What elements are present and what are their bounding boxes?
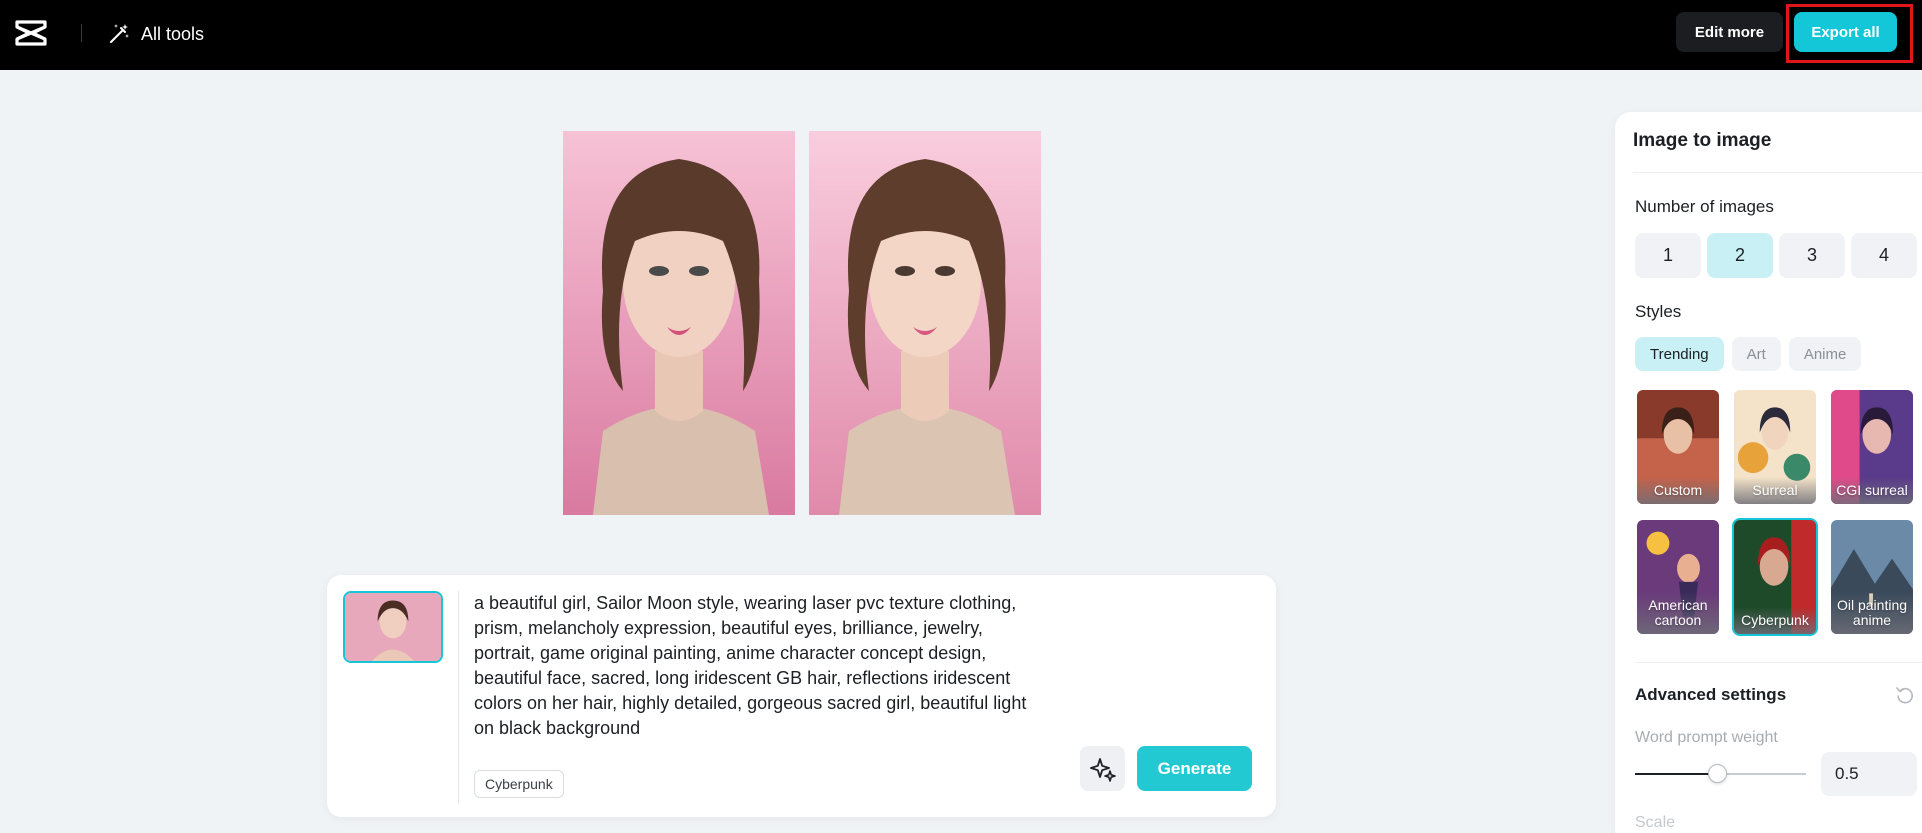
- tab-art[interactable]: Art: [1731, 337, 1781, 371]
- scale-label: Scale: [1635, 814, 1676, 831]
- style-card-oil-painting-anime[interactable]: Oil painting anime: [1829, 518, 1915, 636]
- capcut-logo[interactable]: [14, 18, 48, 48]
- number-option-3[interactable]: 3: [1779, 233, 1845, 278]
- style-card-label: Custom: [1637, 477, 1719, 504]
- prompt-textarea[interactable]: a beautiful girl, Sailor Moon style, wea…: [474, 591, 1029, 741]
- prompt-divider: [458, 591, 459, 803]
- style-card-label: American cartoon: [1637, 592, 1719, 634]
- reference-image-thumbnail[interactable]: [343, 591, 443, 663]
- style-tabs: Trending Art Anime: [1635, 337, 1862, 371]
- generate-button[interactable]: Generate: [1137, 746, 1252, 791]
- word-prompt-weight-input[interactable]: [1821, 752, 1917, 796]
- selected-style-chip[interactable]: Cyberpunk: [474, 770, 564, 798]
- slider-thumb[interactable]: [1707, 764, 1727, 783]
- header-divider: [81, 24, 82, 42]
- style-card-cyberpunk[interactable]: Cyberpunk: [1732, 518, 1818, 636]
- reset-icon[interactable]: [1895, 685, 1915, 705]
- number-option-2[interactable]: 2: [1707, 233, 1773, 278]
- portrait-image: [563, 131, 795, 515]
- style-card-american-cartoon[interactable]: American cartoon: [1635, 518, 1721, 636]
- style-card-cgi-surreal[interactable]: CGI surreal: [1829, 388, 1915, 506]
- image-to-image-panel: Image to image Number of images 1 2 3 4 …: [1615, 112, 1922, 833]
- portrait-image: [809, 131, 1041, 515]
- result-image-2[interactable]: [809, 131, 1041, 515]
- advanced-settings-label: Advanced settings: [1635, 685, 1787, 704]
- style-card-label: Oil painting anime: [1831, 592, 1913, 634]
- reference-image: [345, 593, 441, 661]
- result-image-1[interactable]: [563, 131, 795, 515]
- panel-title: Image to image: [1633, 130, 1772, 151]
- styles-label: Styles: [1635, 302, 1682, 321]
- all-tools-link[interactable]: All tools: [107, 19, 204, 49]
- prompt-enhance-button[interactable]: [1080, 746, 1125, 791]
- tab-anime[interactable]: Anime: [1788, 337, 1862, 371]
- number-of-images-label: Number of images: [1635, 197, 1774, 216]
- style-card-surreal[interactable]: Surreal: [1732, 388, 1818, 506]
- tab-trending[interactable]: Trending: [1635, 337, 1724, 371]
- style-card-custom[interactable]: Custom: [1635, 388, 1721, 506]
- panel-divider: [1635, 662, 1922, 663]
- style-card-label: Surreal: [1734, 477, 1816, 504]
- number-of-images-selector: 1 2 3 4: [1635, 233, 1917, 278]
- style-card-label: CGI surreal: [1831, 477, 1913, 504]
- number-option-4[interactable]: 4: [1851, 233, 1917, 278]
- panel-divider: [1633, 172, 1922, 173]
- export-all-button[interactable]: Export all: [1794, 12, 1897, 52]
- prompt-panel: a beautiful girl, Sailor Moon style, wea…: [327, 575, 1276, 817]
- all-tools-label: All tools: [141, 23, 205, 44]
- number-option-1[interactable]: 1: [1635, 233, 1701, 278]
- top-bar: All tools Edit more Export all: [0, 0, 1922, 70]
- magic-wand-icon: [110, 24, 129, 43]
- edit-more-button[interactable]: Edit more: [1676, 12, 1783, 52]
- sparkle-icon: [1089, 757, 1116, 782]
- word-prompt-weight-label: Word prompt weight: [1635, 729, 1778, 746]
- slider-fill: [1635, 773, 1718, 775]
- style-card-label: Cyberpunk: [1734, 607, 1816, 634]
